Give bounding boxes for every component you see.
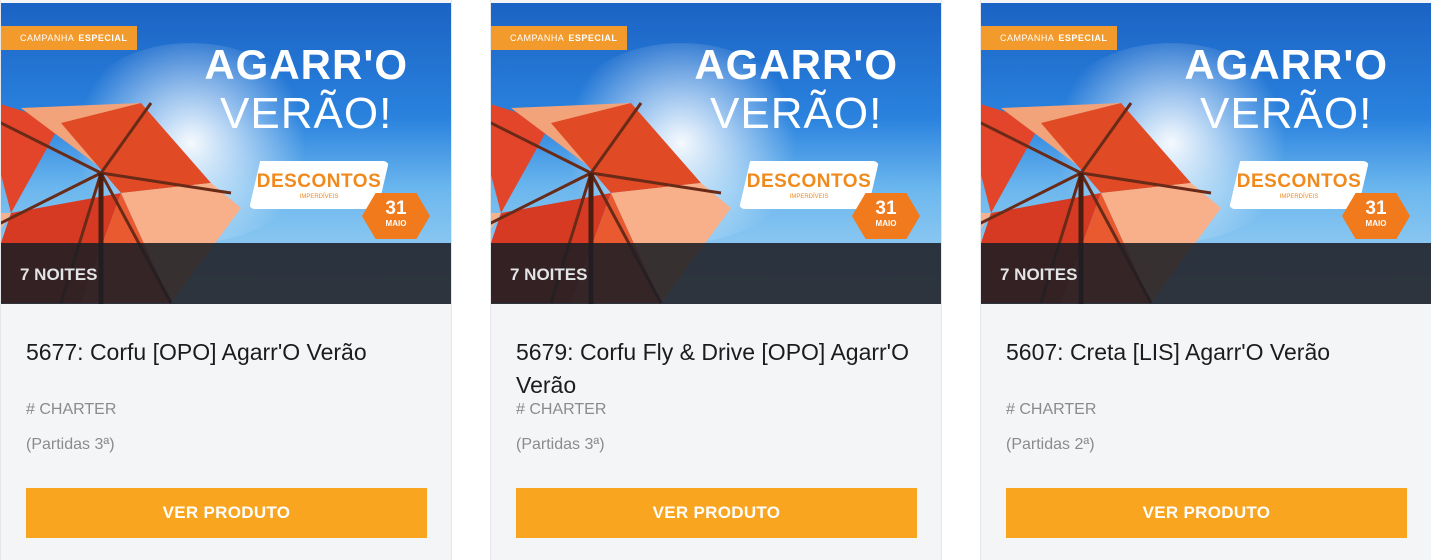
headline-line2: VERÃO! <box>710 89 883 138</box>
view-product-button[interactable]: VER PRODUTO <box>516 488 917 538</box>
discount-label: DESCONTOS <box>1236 171 1362 192</box>
departure-days: (Partidas 2ª) <box>1006 436 1095 453</box>
headline-line1: AGARR'O <box>204 41 408 88</box>
campaign-tag-highlight: ESPECIAL <box>568 33 618 43</box>
product-tag[interactable]: # CHARTER <box>516 401 606 419</box>
campaign-tag-prefix: CAMPANHA <box>510 33 565 43</box>
date-badge: 31 MAIO <box>1342 193 1410 239</box>
banner-headline: AGARR'O VERÃO! <box>204 41 408 139</box>
campaign-tag: CAMPANHA ESPECIAL <box>981 26 1117 50</box>
date-day: 31 <box>385 198 407 219</box>
discount-sub: IMPERDÍVEIS <box>1279 194 1319 200</box>
departure-days: (Partidas 3ª) <box>516 436 605 453</box>
product-banner-image[interactable]: CAMPANHA ESPECIAL AGARR'O VERÃO! DESCONT… <box>491 3 941 304</box>
product-tag[interactable]: # CHARTER <box>1006 401 1096 419</box>
headline-line2: VERÃO! <box>220 89 393 138</box>
date-badge: 31 MAIO <box>362 193 430 239</box>
date-badge: 31 MAIO <box>852 193 920 239</box>
discount-sub: IMPERDÍVEIS <box>789 194 829 200</box>
product-tag[interactable]: # CHARTER <box>26 401 116 419</box>
discount-sub: IMPERDÍVEIS <box>299 194 339 200</box>
discount-label: DESCONTOS <box>746 171 872 192</box>
view-product-button[interactable]: VER PRODUTO <box>1006 488 1407 538</box>
product-banner-image[interactable]: CAMPANHA ESPECIAL AGARR'O VERÃO! DESCONT… <box>1 3 451 304</box>
product-title[interactable]: 5679: Corfu Fly & Drive [OPO] Agarr'O Ve… <box>516 336 916 402</box>
product-card: CAMPANHA ESPECIAL AGARR'O VERÃO! DESCONT… <box>490 0 942 560</box>
campaign-tag: CAMPANHA ESPECIAL <box>1 26 137 50</box>
product-title[interactable]: 5607: Creta [LIS] Agarr'O Verão <box>1006 336 1406 369</box>
nights-bar: 7 NOITES <box>981 243 1431 304</box>
date-month: MAIO <box>385 219 407 228</box>
headline-line1: AGARR'O <box>1184 41 1388 88</box>
banner-headline: AGARR'O VERÃO! <box>1184 41 1388 139</box>
date-month: MAIO <box>1365 219 1387 228</box>
date-day: 31 <box>1365 198 1387 219</box>
banner-headline: AGARR'O VERÃO! <box>694 41 898 139</box>
discount-badge: DESCONTOS IMPERDÍVEIS <box>249 161 389 209</box>
campaign-tag-prefix: CAMPANHA <box>1000 33 1055 43</box>
campaign-tag-prefix: CAMPANHA <box>20 33 75 43</box>
campaign-tag-highlight: ESPECIAL <box>78 33 128 43</box>
campaign-tag-highlight: ESPECIAL <box>1058 33 1108 43</box>
nights-bar: 7 NOITES <box>491 243 941 304</box>
discount-label: DESCONTOS <box>256 171 382 192</box>
product-banner-image[interactable]: CAMPANHA ESPECIAL AGARR'O VERÃO! DESCONT… <box>981 3 1431 304</box>
nights-bar: 7 NOITES <box>1 243 451 304</box>
headline-line2: VERÃO! <box>1200 89 1373 138</box>
date-day: 31 <box>875 198 897 219</box>
discount-badge: DESCONTOS IMPERDÍVEIS <box>739 161 879 209</box>
product-card: CAMPANHA ESPECIAL AGARR'O VERÃO! DESCONT… <box>980 0 1431 560</box>
date-month: MAIO <box>875 219 897 228</box>
product-title[interactable]: 5677: Corfu [OPO] Agarr'O Verão <box>26 336 426 369</box>
product-card: CAMPANHA ESPECIAL AGARR'O VERÃO! DESCONT… <box>0 0 452 560</box>
view-product-button[interactable]: VER PRODUTO <box>26 488 427 538</box>
departure-days: (Partidas 3ª) <box>26 436 115 453</box>
campaign-tag: CAMPANHA ESPECIAL <box>491 26 627 50</box>
discount-badge: DESCONTOS IMPERDÍVEIS <box>1229 161 1369 209</box>
headline-line1: AGARR'O <box>694 41 898 88</box>
